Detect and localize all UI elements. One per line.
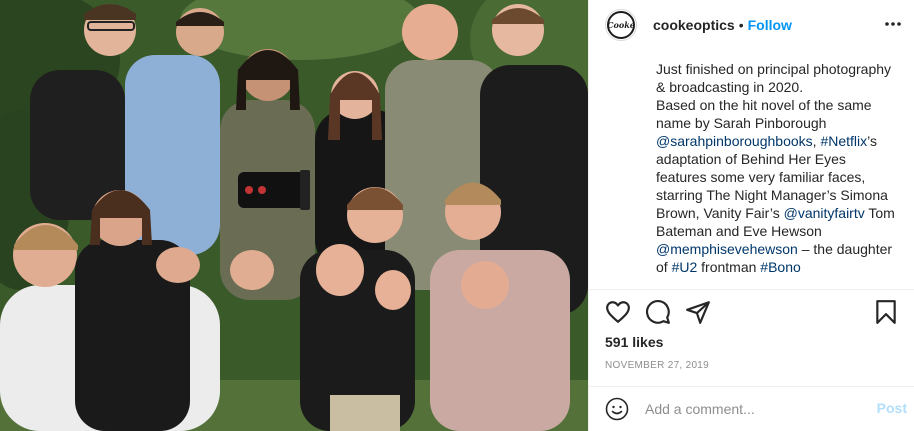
- post-details-panel: Cooke cookeoptics • Follow Just finished…: [588, 0, 914, 431]
- caption-line: Based on the hit novel of the same: [656, 96, 902, 114]
- bookmark-icon[interactable]: [873, 299, 899, 325]
- mention-link[interactable]: @vanityfairtv: [784, 205, 865, 221]
- comment-input[interactable]: [645, 399, 845, 419]
- caption-text: Bateman and Eve Hewson: [656, 223, 822, 239]
- caption-line: of #U2 frontman #Bono: [656, 258, 902, 276]
- share-icon[interactable]: [685, 299, 711, 325]
- mention-link[interactable]: @sarahpinboroughbooks: [656, 133, 813, 149]
- avatar[interactable]: Cooke: [605, 9, 637, 41]
- heart-icon[interactable]: [605, 299, 631, 325]
- hashtag-link[interactable]: #Netflix: [820, 133, 867, 149]
- more-options-icon[interactable]: [883, 14, 903, 34]
- post-header: Cooke cookeoptics • Follow: [589, 0, 914, 50]
- emoji-icon[interactable]: [605, 397, 629, 421]
- group-photo-illustration: [0, 0, 588, 431]
- caption-text: Tom: [864, 205, 895, 221]
- caption-text: Just finished on principal photography: [656, 61, 892, 77]
- caption-text: ’s: [867, 133, 877, 149]
- divider: [589, 289, 914, 290]
- comment-bar: Post: [589, 387, 914, 431]
- caption-line: Brown, Vanity Fair’s @vanityfairtv Tom: [656, 204, 902, 222]
- username-link[interactable]: cookeoptics: [653, 17, 735, 33]
- caption-text: & broadcasting in 2020.: [656, 79, 804, 95]
- caption-text: name by Sarah Pinborough: [656, 115, 827, 131]
- hashtag-link[interactable]: #U2: [672, 259, 698, 275]
- caption-line: name by Sarah Pinborough: [656, 114, 902, 132]
- caption-line: @memphisevehewson – the daughter: [656, 240, 902, 258]
- caption-line: adaptation of Behind Her Eyes: [656, 150, 902, 168]
- post-photo[interactable]: [0, 0, 588, 431]
- avatar-logo: Cooke: [607, 11, 635, 39]
- caption-line: features some very familiar faces,: [656, 168, 902, 186]
- caption-line: @sarahpinboroughbooks, #Netflix’s: [656, 132, 902, 150]
- post-comment-button[interactable]: Post: [877, 400, 907, 416]
- comment-icon[interactable]: [645, 299, 671, 325]
- post-date[interactable]: NOVEMBER 27, 2019: [605, 360, 709, 371]
- likes-count[interactable]: 591 likes: [605, 334, 663, 350]
- caption-text: Brown, Vanity Fair’s: [656, 205, 784, 221]
- caption-line: & broadcasting in 2020.: [656, 78, 902, 96]
- caption-line: Just finished on principal photography: [656, 60, 902, 78]
- caption-text: starring The Night Manager’s Simona: [656, 187, 888, 203]
- follow-button[interactable]: Follow: [748, 17, 792, 33]
- caption-text: adaptation of Behind Her Eyes: [656, 151, 846, 167]
- post-caption: Just finished on principal photography & …: [656, 60, 902, 276]
- caption-text: Based on the hit novel of the same: [656, 97, 872, 113]
- mention-link[interactable]: @memphisevehewson: [656, 241, 798, 257]
- caption-text: of: [656, 259, 672, 275]
- hashtag-link[interactable]: #Bono: [760, 259, 800, 275]
- caption-line: Bateman and Eve Hewson: [656, 222, 902, 240]
- action-bar: [605, 299, 905, 327]
- caption-text: features some very familiar faces,: [656, 169, 866, 185]
- caption-line: starring The Night Manager’s Simona: [656, 186, 902, 204]
- caption-text: – the daughter: [797, 241, 893, 257]
- caption-text: frontman: [697, 259, 761, 275]
- separator-dot: •: [738, 17, 744, 33]
